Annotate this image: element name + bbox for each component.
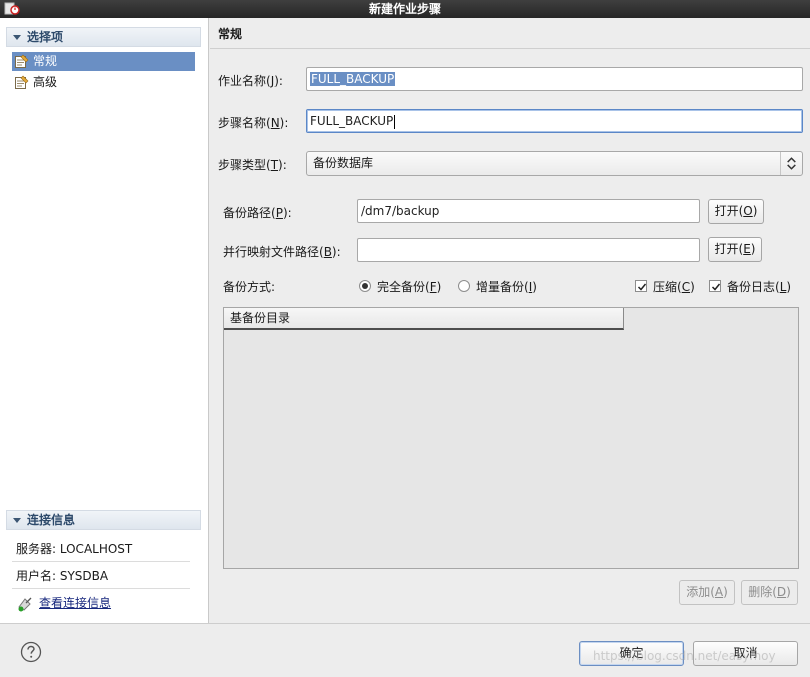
updown-chevron-icon — [780, 152, 796, 175]
backup-path-value: /dm7/backup — [361, 204, 440, 218]
step-type-select[interactable]: 备份数据库 — [306, 151, 803, 176]
add-button[interactable]: 添加(A) — [679, 580, 735, 605]
help-icon[interactable] — [20, 641, 42, 663]
backup-mode-label: 备份方式: — [223, 280, 276, 294]
incremental-backup-label[interactable]: 增量备份(I) — [476, 278, 537, 295]
step-name-value: FULL_BACKUP — [310, 114, 394, 128]
table-column-header[interactable]: 基备份目录 — [224, 308, 624, 330]
server-info: 服务器: LOCALHOST — [12, 536, 190, 562]
connection-icon — [18, 597, 32, 612]
backup-path-input[interactable]: /dm7/backup — [357, 199, 700, 223]
right-pane: 常规 作业名称(J): FULL_BACKUP 步骤名称(N): FULL_BA… — [210, 18, 810, 623]
user-info: 用户名: SYSDBA — [12, 563, 190, 589]
step-type-value: 备份数据库 — [313, 156, 374, 170]
mapfile-path-label: 并行映射文件路径(B): — [223, 245, 341, 259]
base-backup-table[interactable]: 基备份目录 — [223, 307, 799, 569]
window-title: 新建作业步骤 — [368, 2, 441, 16]
connection-section-header[interactable]: 连接信息 — [6, 510, 201, 530]
left-pane: 选择项 常规 高级 连接信息 服务器: LOCALHOST 用户名: SYSDB… — [0, 18, 209, 623]
select-section-title: 选择项 — [27, 30, 64, 44]
delete-button[interactable]: 删除(D) — [741, 580, 798, 605]
nav-item-advanced[interactable]: 高级 — [12, 73, 195, 92]
job-name-value: FULL_BACKUP — [310, 72, 396, 86]
view-connection-row: 查看连接信息 — [12, 590, 190, 616]
connection-section-title: 连接信息 — [27, 513, 76, 527]
full-backup-label[interactable]: 完全备份(F) — [377, 278, 441, 295]
nav-item-general[interactable]: 常规 — [12, 52, 195, 71]
window-titlebar: 新建作业步骤 — [0, 0, 810, 18]
collapse-triangle-icon — [13, 35, 21, 40]
dialog-button-bar: 确定 取消 https://blog.csdn.net/easymoy — [0, 623, 810, 677]
checkmark-icon — [711, 283, 721, 291]
watermark-text: https://blog.csdn.net/easymoy — [593, 649, 776, 663]
page-title: 常规 — [218, 27, 243, 41]
step-name-input[interactable]: FULL_BACKUP — [306, 109, 803, 133]
page-edit-icon — [15, 54, 29, 68]
step-name-label: 步骤名称(N): — [218, 116, 289, 130]
nav-item-label: 高级 — [33, 75, 58, 89]
backup-log-checkbox[interactable] — [709, 280, 721, 292]
select-section-header[interactable]: 选择项 — [6, 27, 201, 47]
backup-log-label[interactable]: 备份日志(L) — [727, 278, 791, 295]
job-name-label: 作业名称(J): — [218, 74, 283, 88]
open-backup-path-button[interactable]: 打开(O) — [708, 199, 764, 224]
compress-checkbox[interactable] — [635, 280, 647, 292]
mapfile-path-input[interactable] — [357, 238, 700, 262]
collapse-triangle-icon — [13, 518, 21, 523]
checkmark-icon — [637, 283, 647, 291]
compress-label[interactable]: 压缩(C) — [653, 278, 695, 295]
incremental-backup-radio[interactable] — [458, 280, 470, 292]
open-mapfile-button[interactable]: 打开(E) — [708, 237, 762, 262]
view-connection-link[interactable]: 查看连接信息 — [39, 596, 111, 610]
text-caret — [394, 114, 396, 129]
nav-item-label: 常规 — [33, 54, 58, 68]
app-icon — [4, 2, 20, 15]
job-name-input[interactable]: FULL_BACKUP — [306, 67, 803, 91]
step-type-label: 步骤类型(T): — [218, 158, 287, 172]
full-backup-radio[interactable] — [359, 280, 371, 292]
title-divider — [210, 48, 810, 49]
page-edit-icon — [15, 75, 29, 89]
backup-path-label: 备份路径(P): — [223, 206, 292, 220]
